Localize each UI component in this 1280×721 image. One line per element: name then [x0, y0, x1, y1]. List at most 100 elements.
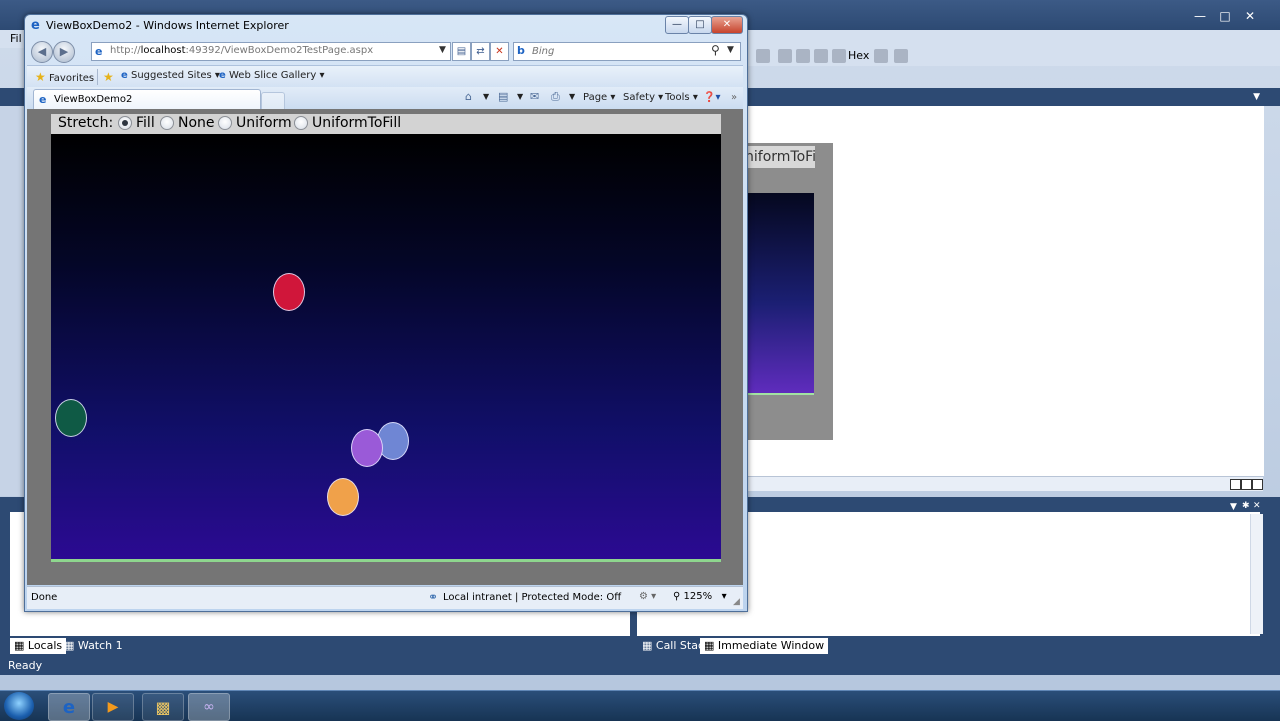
toolbar-icon[interactable]	[874, 49, 888, 63]
close-icon[interactable]: ✕	[1253, 501, 1261, 511]
hex-toggle-button[interactable]: Hex	[848, 49, 869, 62]
split-vertical-icon[interactable]	[1230, 479, 1241, 490]
tools-menu-label: Tools	[665, 92, 690, 103]
zoom-level-control[interactable]: ⚲ 125% ▾	[673, 591, 727, 602]
ie-maximize-button[interactable]: □	[688, 16, 712, 34]
pin-icon[interactable]: ✱	[1242, 501, 1250, 511]
address-dropdown-icon[interactable]: ▼	[439, 45, 446, 55]
bouncing-balls-canvas[interactable]	[51, 134, 721, 562]
home-dropdown-icon[interactable]: ▼	[483, 92, 489, 101]
rss-feed-icon[interactable]: ▤	[498, 91, 510, 103]
search-dropdown-icon[interactable]: ▼	[727, 45, 734, 55]
print-icon[interactable]: ⎙	[551, 91, 563, 103]
stop-icon[interactable]: ✕	[490, 42, 509, 61]
url-path: :49392/ViewBoxDemo2TestPage.aspx	[185, 45, 374, 56]
internet-explorer-icon: e	[121, 70, 128, 81]
toolbar-icon[interactable]	[778, 49, 792, 63]
folder-icon: ▩	[155, 697, 171, 717]
internet-explorer-icon: e	[31, 18, 40, 33]
protected-mode-icon[interactable]: ⚙ ▾	[639, 591, 656, 602]
internet-explorer-icon: e	[219, 70, 226, 81]
new-tab-button[interactable]	[261, 92, 285, 109]
ie-minimize-button[interactable]: —	[665, 16, 689, 34]
toolbar-icon[interactable]	[894, 49, 908, 63]
web-slice-gallery-label: Web Slice Gallery	[228, 70, 317, 81]
vs-menu-file[interactable]: Fil	[10, 32, 22, 45]
rss-dropdown-icon[interactable]: ▼	[517, 92, 523, 101]
compatibility-view-icon[interactable]: ▤	[452, 42, 471, 61]
tab-viewboxdemo2[interactable]: e ViewBoxDemo2	[33, 89, 261, 110]
tab-immediate-window[interactable]: ▦ Immediate Window	[700, 638, 829, 654]
media-player-icon: ▶	[107, 699, 119, 715]
stretch-label: Stretch:	[58, 115, 114, 131]
chevron-more-icon[interactable]: »	[731, 92, 737, 103]
taskbar-explorer[interactable]: ▩	[142, 693, 184, 721]
vs-status-text: Ready	[8, 659, 43, 672]
refresh-icon[interactable]: ⇄	[471, 42, 490, 61]
split-horizontal-icon[interactable]	[1241, 479, 1252, 490]
mail-icon[interactable]: ✉	[530, 91, 542, 103]
vs-maximize-button[interactable]: □	[1213, 8, 1237, 24]
vs-editor-scrollbar[interactable]	[745, 476, 1263, 491]
toolbar-icon[interactable]	[756, 49, 770, 63]
collapse-pane-icon[interactable]	[1252, 479, 1263, 490]
vs-close-button[interactable]: ✕	[1238, 8, 1262, 24]
taskbar-visual-studio[interactable]: ∞	[188, 693, 230, 721]
resize-grip-icon[interactable]: ◢	[733, 597, 740, 607]
radio-none-label[interactable]: None	[178, 115, 215, 131]
star-icon: ★	[35, 70, 46, 84]
ie-status-bar: Done ⚭ Local intranet | Protected Mode: …	[27, 586, 743, 609]
back-button[interactable]: ◀	[31, 41, 53, 63]
radio-fill[interactable]	[118, 116, 132, 130]
toolbar-icon[interactable]	[796, 49, 810, 63]
search-icon[interactable]: ⚲	[711, 43, 720, 57]
visual-studio-icon: ∞	[203, 699, 215, 715]
radio-none[interactable]	[160, 116, 174, 130]
add-favorite-button[interactable]: ★	[103, 70, 114, 84]
taskbar-internet-explorer[interactable]: e	[48, 693, 90, 721]
radio-uniform-to-fill-label[interactable]: UniformToFill	[312, 115, 401, 131]
ie-window-title: ViewBoxDemo2 - Windows Internet Explorer	[46, 19, 289, 32]
safety-menu[interactable]: Safety ▾	[623, 92, 663, 103]
vs-status-bar: Ready	[0, 655, 1280, 675]
suggested-sites-link[interactable]: e Suggested Sites ▾	[121, 70, 220, 81]
xaml-preview-header: niformToFi	[745, 146, 815, 168]
toolbar-icon[interactable]	[832, 49, 846, 63]
page-menu[interactable]: Page ▾	[583, 92, 615, 103]
page-menu-label: Page	[583, 92, 608, 103]
home-icon[interactable]: ⌂	[465, 91, 477, 103]
forward-button[interactable]: ▶	[53, 41, 75, 63]
zoom-value: 125%	[683, 591, 713, 602]
radio-fill-label[interactable]: Fill	[136, 115, 155, 131]
add-favorite-icon: ★	[103, 70, 114, 84]
web-slice-gallery-link[interactable]: e Web Slice Gallery ▾	[219, 70, 325, 81]
address-bar[interactable]: e http://localhost:49392/ViewBoxDemo2Tes…	[91, 42, 451, 61]
radio-uniform-to-fill[interactable]	[294, 116, 308, 130]
vs-minimize-button[interactable]: —	[1188, 8, 1212, 24]
immediate-window-scrollbar[interactable]	[1250, 514, 1263, 634]
suggested-sites-label: Suggested Sites	[130, 70, 212, 81]
taskbar-media-player[interactable]: ▶	[92, 693, 134, 721]
help-menu[interactable]: ❓▾	[703, 92, 720, 103]
ie-close-button[interactable]: ✕	[711, 16, 743, 34]
internet-explorer-window: e ViewBoxDemo2 - Windows Internet Explor…	[24, 14, 748, 612]
tools-menu[interactable]: Tools ▾	[665, 92, 698, 103]
xaml-preview-canvas	[745, 193, 814, 395]
tab-locals[interactable]: ▦ Locals	[10, 638, 67, 654]
search-input[interactable]	[530, 44, 714, 59]
start-button[interactable]	[4, 692, 34, 720]
address-url[interactable]: http://localhost:49392/ViewBoxDemo2TestP…	[110, 45, 373, 56]
print-dropdown-icon[interactable]: ▼	[569, 92, 575, 101]
vs-bottom-tab-strip: ▦ Locals ▦ Watch 1 ▦ Call Stack ▦ Immedi…	[0, 637, 1280, 655]
toolbar-icon[interactable]	[814, 49, 828, 63]
tab-watch-1[interactable]: ▦ Watch 1	[60, 638, 127, 654]
security-zone[interactable]: Local intranet | Protected Mode: Off	[443, 592, 621, 603]
chevron-down-icon[interactable]: ▼	[1230, 502, 1237, 512]
ball-red	[273, 273, 305, 311]
bing-icon: b	[517, 44, 525, 57]
search-box[interactable]: b ⚲ ▼	[513, 42, 741, 61]
radio-uniform[interactable]	[218, 116, 232, 130]
favorites-button[interactable]: ★ Favorites	[35, 70, 94, 84]
chevron-down-icon[interactable]: ▼	[1253, 92, 1260, 102]
radio-uniform-label[interactable]: Uniform	[236, 115, 292, 131]
